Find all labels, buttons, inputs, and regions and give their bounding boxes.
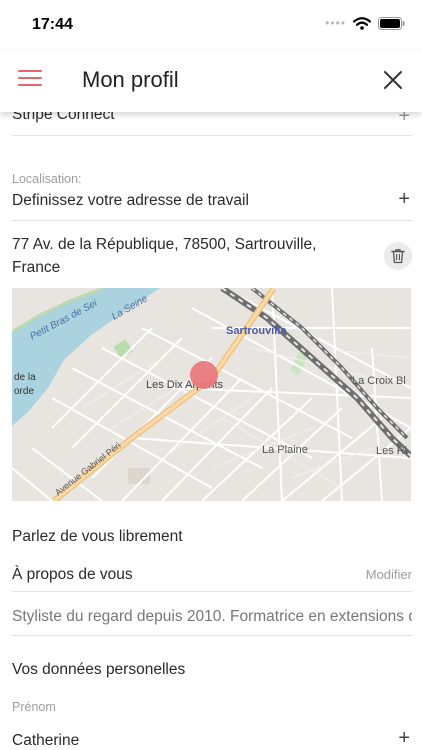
- wifi-icon: [353, 16, 371, 30]
- status-icons: ••••: [325, 16, 406, 30]
- signal-dots-icon: ••••: [325, 16, 346, 30]
- location-marker-icon: [190, 361, 218, 389]
- divider: [12, 591, 412, 592]
- map-label-de-la: de la: [14, 372, 36, 383]
- close-icon[interactable]: [382, 69, 404, 91]
- work-address-prompt[interactable]: Definissez votre adresse de travail: [12, 192, 249, 210]
- about-text[interactable]: Styliste du regard depuis 2010. Formatri…: [12, 608, 412, 626]
- status-bar: 17:44 ••••: [0, 0, 422, 50]
- bio-section-title: Parlez de vous librement: [12, 528, 183, 545]
- map-label-les-ri: Les Ri: [376, 445, 407, 457]
- first-name-value[interactable]: Catherine: [12, 732, 79, 750]
- divider: [12, 635, 412, 636]
- nav-bar: Mon profil: [0, 50, 422, 112]
- address-map[interactable]: Petit Bras de Sei La Seine Sartrouville …: [12, 288, 411, 501]
- map-label-la-plaine: La Plaine: [262, 444, 308, 456]
- page-title: Mon profil: [82, 67, 179, 92]
- modify-about-button[interactable]: Modifier: [366, 567, 412, 582]
- first-name-label: Prénom: [12, 700, 56, 714]
- localisation-label: Localisation:: [12, 172, 82, 186]
- address-line-1: 77 Av. de la République, 78500, Sartrouv…: [12, 236, 317, 253]
- map-canvas: Petit Bras de Sei La Seine Sartrouville …: [12, 288, 411, 501]
- address-line-2: France: [12, 259, 61, 276]
- trash-icon: [391, 249, 405, 264]
- divider: [12, 135, 412, 136]
- map-label-la-croix: La Croix Bl: [352, 375, 406, 387]
- add-first-name-icon[interactable]: +: [398, 728, 410, 748]
- map-label-orde: orde: [14, 386, 34, 397]
- add-address-icon[interactable]: +: [398, 189, 410, 209]
- delete-address-button[interactable]: [384, 242, 412, 270]
- divider: [12, 220, 412, 221]
- battery-icon: [378, 16, 405, 30]
- about-label: À propos de vous: [12, 566, 133, 583]
- map-label-sartrouville: Sartrouville: [226, 325, 287, 337]
- personal-section-title: Vos données personelles: [12, 661, 186, 678]
- status-time: 17:44: [32, 16, 73, 33]
- hamburger-icon[interactable]: [18, 70, 42, 90]
